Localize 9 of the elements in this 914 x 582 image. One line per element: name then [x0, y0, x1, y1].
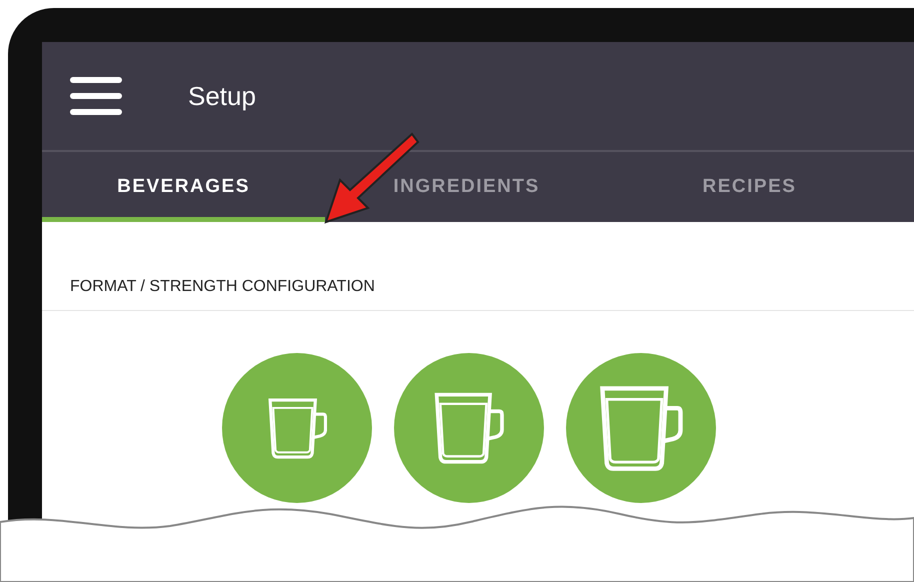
tab[interactable]: RECIPES — [608, 152, 891, 222]
cup-icon — [598, 384, 684, 472]
cup-icon — [433, 391, 505, 465]
cup-icon — [266, 396, 328, 460]
section-title: FORMAT / STRENGTH CONFIGURATION — [42, 278, 914, 311]
menu-icon[interactable] — [70, 77, 122, 115]
tab[interactable]: INGREDIENTS — [325, 152, 608, 222]
tab[interactable]: BEVERAGES — [42, 152, 325, 222]
screen-title: Setup — [188, 80, 256, 112]
